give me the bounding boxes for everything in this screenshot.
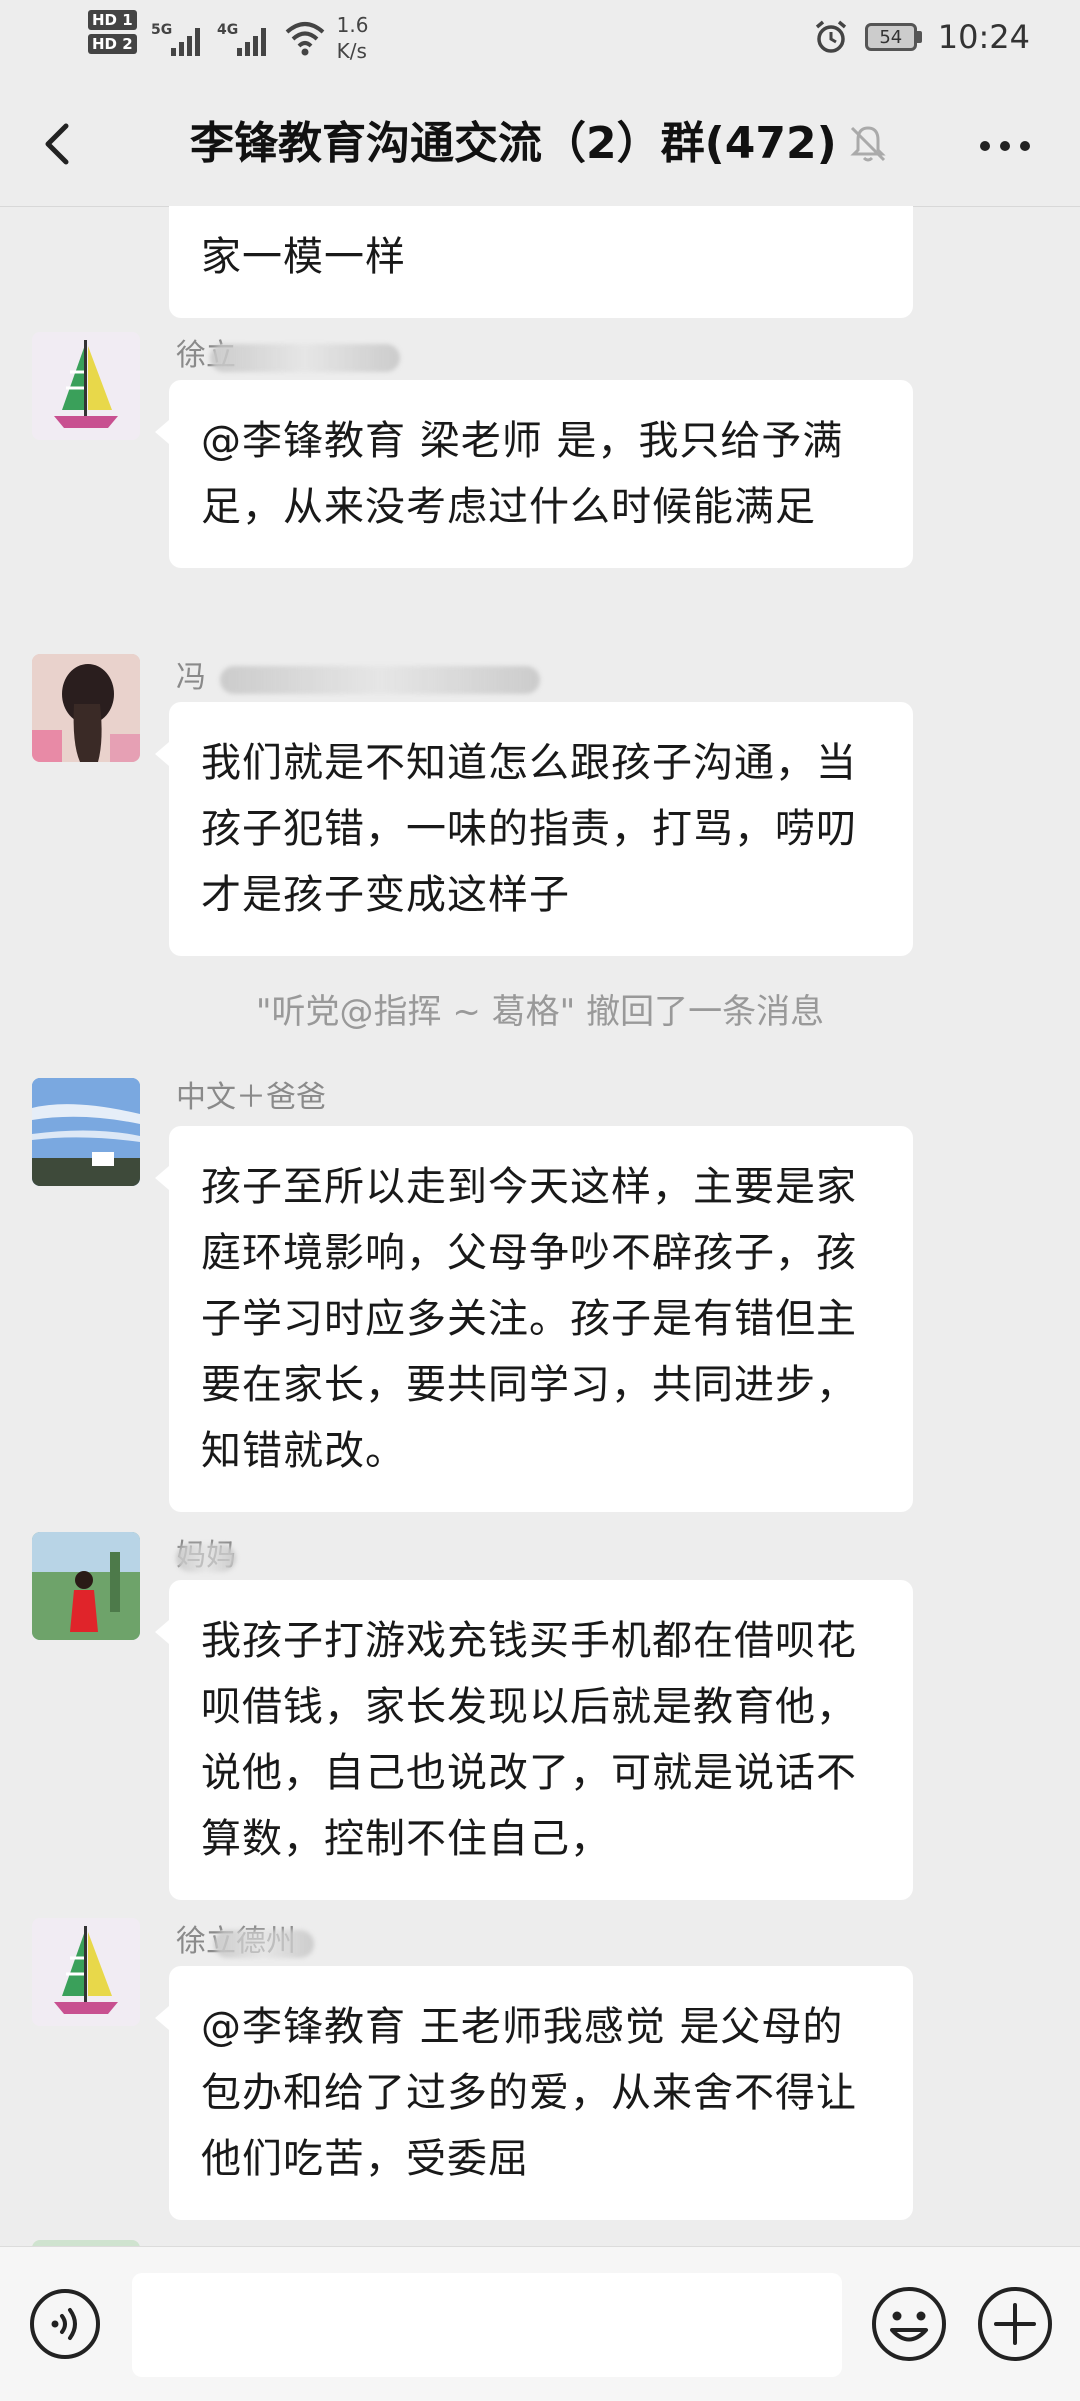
sailboat-avatar-icon [32, 1918, 140, 2026]
more-dots-icon [980, 141, 1030, 151]
speed-value: 1.6 [336, 13, 369, 37]
voice-icon [30, 2289, 100, 2359]
back-button[interactable] [30, 114, 90, 174]
battery-level: 54 [864, 23, 917, 51]
mute-bell-icon [850, 126, 886, 162]
message-text: @李锋教育 王老师我感觉 是父母的包办和给了过多的爱，从来舍不得让他们吃苦，受委… [201, 2004, 857, 2182]
emoji-button[interactable] [870, 2285, 948, 2363]
hd2-badge: HD 2 [88, 34, 137, 54]
message-bubble[interactable]: 孩子至所以走到今天这样，主要是家庭环境影响，父母争吵不辟孩子，孩子学习时应多关注… [155, 1126, 913, 1512]
status-bar: HD 1 HD 2 5G 4G 1.6 K/s 54 10:24 [0, 0, 1080, 82]
battery-icon: 54 [864, 23, 922, 51]
speed-unit: K/s [336, 39, 367, 63]
sky-avatar-icon [32, 1078, 140, 1186]
signal-4g-icon: 4G [217, 22, 266, 56]
message-bubble[interactable]: 我孩子打游戏充钱买手机都在借呗花呗借钱，家长发现以后就是教育他，说他，自己也说改… [155, 1580, 913, 1900]
avatar[interactable] [32, 654, 140, 762]
message-list[interactable]: 家一模一样 徐立 @李锋教育 梁老师 是，我只给予满足，从来没考虑过什么时候能满… [0, 206, 1080, 2246]
avatar[interactable] [32, 1918, 140, 2026]
alarm-icon [815, 20, 846, 53]
plus-button[interactable] [976, 2285, 1054, 2363]
wifi-icon [285, 22, 324, 56]
signal-5g-icon: 5G [151, 22, 200, 56]
message-bubble[interactable]: @李锋教育 王老师我感觉 是父母的包办和给了过多的爱，从来舍不得让他们吃苦，受委… [155, 1966, 913, 2220]
girl-avatar-icon [32, 654, 140, 762]
chat-title: 李锋教育沟通交流（2）群(472) [190, 118, 837, 169]
net1-label: 5G [151, 22, 172, 38]
message-bubble[interactable]: @李锋教育 梁老师 是，我只给予满足，从来没考虑过什么时候能满足 [155, 380, 913, 568]
input-bar [0, 2246, 1080, 2401]
hd1-badge: HD 1 [88, 10, 137, 30]
sailboat-avatar-icon [32, 332, 140, 440]
message-text: @李锋教育 梁老师 是，我只给予满足，从来没考虑过什么时候能满足 [201, 418, 844, 530]
message-text: 我们就是不知道怎么跟孩子沟通，当孩子犯错，一味的指责，打骂，唠叨才是孩子变成这样… [201, 740, 857, 918]
title-bar: 李锋教育沟通交流（2）群(472) [0, 82, 1080, 207]
message-text: 我孩子打游戏充钱买手机都在借呗花呗借钱，家长发现以后就是教育他，说他，自己也说改… [201, 1618, 857, 1862]
message-bubble[interactable]: 我们就是不知道怎么跟孩子沟通，当孩子犯错，一味的指责，打骂，唠叨才是孩子变成这样… [155, 702, 913, 956]
avatar[interactable] [32, 332, 140, 440]
emoji-icon [872, 2287, 946, 2361]
net-speed: 1.6 K/s [337, 12, 369, 64]
lady-avatar-icon [32, 1532, 140, 1640]
message-text: 孩子至所以走到今天这样，主要是家庭环境影响，父母争吵不辟孩子，孩子学习时应多关注… [201, 1164, 857, 1474]
message-bubble[interactable]: 家一模一样 [169, 206, 913, 318]
message-text: 家一模一样 [201, 234, 406, 280]
message-input[interactable] [132, 2273, 842, 2377]
net2-label: 4G [217, 22, 238, 38]
system-recall-message: "听党@指挥 ~ 葛格" 撤回了一条消息 [255, 992, 825, 1032]
more-button[interactable] [970, 116, 1040, 176]
sender-name: 冯 [176, 660, 206, 695]
plus-icon [978, 2287, 1052, 2361]
avatar[interactable] [32, 1078, 140, 1186]
voice-button[interactable] [28, 2287, 102, 2361]
back-arrow-icon [45, 123, 69, 165]
clock: 10:24 [937, 18, 1030, 56]
sender-name: 中文＋爸爸 [176, 1080, 326, 1115]
avatar[interactable] [32, 1532, 140, 1640]
